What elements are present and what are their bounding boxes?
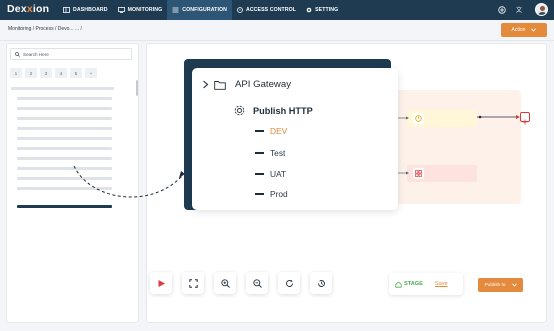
fullscreen-icon [188, 278, 198, 288]
monitor-icon [117, 7, 125, 13]
flow-end-node[interactable] [520, 112, 530, 125]
api-gateway-label: API Gateway [235, 79, 291, 90]
zoom-in-button[interactable] [214, 272, 236, 294]
publish-to-button[interactable]: Publish to [478, 278, 523, 292]
pagination: 1 2 3 4 5 + [10, 68, 97, 78]
fit-screen-button[interactable] [182, 272, 204, 294]
list-item[interactable] [17, 157, 112, 160]
env-dev[interactable]: DEV [255, 126, 287, 136]
zoom-in-icon [220, 278, 230, 288]
list-item[interactable] [17, 107, 112, 110]
nav-label: CONFIGURATION [182, 7, 227, 13]
refresh-icon [285, 279, 293, 287]
action-button-label: Action [511, 27, 526, 33]
grid-icon [413, 168, 424, 179]
add-circle-icon[interactable] [498, 5, 506, 14]
search-input[interactable]: Search Here [10, 48, 132, 60]
stage-label: STAGE [404, 281, 423, 287]
chevron-down-icon [511, 283, 517, 287]
page-more[interactable]: + [85, 68, 97, 78]
env-prod[interactable]: Prod [255, 189, 288, 199]
nav-dashboard[interactable]: DASHBOARD [58, 0, 113, 20]
flow-area [393, 90, 521, 204]
page-5[interactable]: 5 [70, 68, 82, 78]
zoom-out-button[interactable] [246, 272, 268, 294]
search-icon [15, 51, 20, 57]
api-gateway-card: API Gateway Publish HTTP DEV Test UAT Pr… [192, 68, 398, 210]
chevron-right-icon [203, 80, 209, 89]
clock-icon [413, 113, 424, 124]
publish-to-label: Publish to [484, 282, 506, 288]
list-item[interactable] [17, 127, 112, 130]
env-label: DEV [270, 126, 288, 136]
breadcrumb: Monitoring / Process / Devo... ... / [8, 26, 82, 32]
play-button[interactable] [150, 272, 172, 294]
nav-setting[interactable]: SETTING [301, 0, 343, 20]
topbar-icons: 文 [498, 3, 548, 16]
refresh-button[interactable] [278, 272, 300, 294]
canvas-toolbar [150, 272, 332, 294]
nav-label: DASHBOARD [73, 7, 108, 13]
page-1[interactable]: 1 [10, 68, 22, 78]
list-item[interactable] [17, 167, 112, 170]
list-item[interactable] [17, 137, 112, 140]
api-gateway-row[interactable]: API Gateway [202, 79, 291, 90]
stage-button[interactable]: STAGE [395, 280, 423, 288]
env-label: Prod [270, 189, 288, 199]
nav-configuration[interactable]: CONFIGURATION [167, 0, 232, 20]
nav-label: SETTING [315, 7, 339, 13]
env-uat[interactable]: UAT [255, 169, 286, 179]
config-icon [172, 7, 179, 13]
nav-access-control[interactable]: ACCESS CONTROL [232, 0, 301, 20]
access-icon [237, 7, 243, 13]
folder-icon [214, 80, 226, 90]
history-icon [317, 279, 325, 287]
avatar[interactable] [535, 3, 548, 16]
nav-monitoring[interactable]: MONITORING [113, 0, 168, 20]
nav-label: ACCESS CONTROL [245, 7, 297, 13]
list-item-selected[interactable] [17, 205, 112, 208]
publish-http-label: Publish HTTP [253, 105, 313, 116]
list-item[interactable] [11, 87, 114, 90]
zoom-out-icon [252, 278, 262, 288]
settings-icon [234, 105, 245, 116]
divider [0, 40, 554, 41]
action-button[interactable]: Action [501, 23, 547, 37]
app-logo[interactable]: Dexxion [7, 3, 49, 15]
list-item[interactable] [17, 147, 112, 150]
translate-icon[interactable]: 文 [516, 6, 525, 14]
main-nav: DASHBOARD MONITORING CONFIGURATION ACCES… [58, 0, 343, 20]
list-item[interactable] [17, 187, 112, 190]
save-link[interactable]: Save [435, 281, 448, 287]
gear-icon [306, 7, 312, 13]
play-icon [158, 279, 165, 287]
history-button[interactable] [310, 272, 332, 294]
list-item[interactable] [17, 117, 112, 120]
list-item[interactable] [17, 97, 112, 100]
env-test[interactable]: Test [255, 148, 285, 158]
nav-label: MONITORING [127, 7, 163, 13]
env-label: UAT [270, 169, 287, 179]
page-2[interactable]: 2 [25, 68, 37, 78]
scrollbar-thumb[interactable] [136, 80, 138, 96]
stage-save-group: STAGE Save [389, 273, 463, 295]
publish-http-row[interactable]: Publish HTTP [234, 105, 313, 116]
page-4[interactable]: 4 [55, 68, 67, 78]
home-icon [395, 280, 402, 288]
left-panel: Search Here 1 2 3 4 5 + [6, 43, 139, 323]
flow-node-transform[interactable] [407, 165, 477, 182]
svg-text:文: 文 [516, 6, 522, 14]
env-label: Test [270, 148, 286, 158]
list-item[interactable] [17, 177, 112, 180]
flow-node-timer[interactable] [407, 110, 477, 127]
top-navbar: Dexxion DASHBOARD MONITORING CONFIGURATI… [0, 0, 554, 20]
page-3[interactable]: 3 [40, 68, 52, 78]
chevron-down-icon [531, 28, 537, 32]
search-placeholder: Search Here [23, 51, 49, 57]
exit-icon [522, 119, 528, 125]
dashboard-icon [63, 7, 70, 13]
